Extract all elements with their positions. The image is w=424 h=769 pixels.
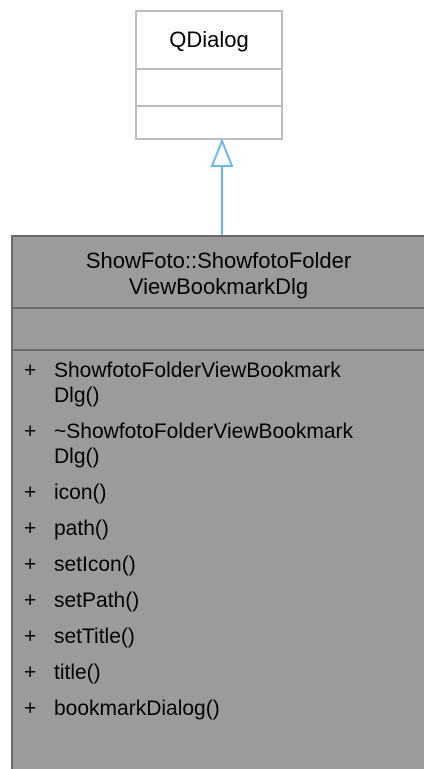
method-item[interactable]: + ShowfotoFolderViewBookmark Dlg() bbox=[13, 358, 424, 408]
class-box[interactable]: ShowFoto::ShowfotoFolder ViewBookmarkDlg… bbox=[11, 235, 424, 769]
class-name-line-2: ViewBookmarkDlg bbox=[128, 274, 309, 299]
method-visibility: + bbox=[24, 589, 37, 612]
method-name: setIcon() bbox=[54, 553, 136, 576]
method-visibility: + bbox=[24, 661, 37, 684]
inheritance-arrow bbox=[210, 138, 234, 236]
method-name: ~ShowfotoFolderViewBookmark Dlg() bbox=[54, 420, 354, 468]
method-visibility: + bbox=[24, 625, 37, 648]
method-name: path() bbox=[54, 517, 109, 540]
method-item[interactable]: + bookmarkDialog() bbox=[13, 696, 424, 721]
method-item[interactable]: + title() bbox=[13, 660, 424, 685]
method-item[interactable]: + setPath() bbox=[13, 588, 424, 613]
method-visibility: + bbox=[24, 359, 37, 382]
method-item[interactable]: + setTitle() bbox=[13, 624, 424, 649]
method-item[interactable]: + setIcon() bbox=[13, 552, 424, 577]
method-name: ShowfotoFolderViewBookmark Dlg() bbox=[54, 359, 341, 407]
class-methods-section: + ShowfotoFolderViewBookmark Dlg() + ~Sh… bbox=[13, 349, 424, 721]
method-visibility: + bbox=[24, 420, 37, 443]
method-name: icon() bbox=[54, 481, 107, 504]
class-name-line-1: ShowFoto::ShowfotoFolder bbox=[85, 248, 352, 273]
method-name: setPath() bbox=[54, 589, 140, 612]
method-visibility: + bbox=[24, 697, 37, 720]
method-visibility: + bbox=[24, 517, 37, 540]
method-name: title() bbox=[54, 661, 101, 684]
method-visibility: + bbox=[24, 553, 37, 576]
class-name: ShowFoto::ShowfotoFolder ViewBookmarkDlg bbox=[13, 237, 424, 307]
method-item[interactable]: + ~ShowfotoFolderViewBookmark Dlg() bbox=[13, 419, 424, 469]
method-item[interactable]: + path() bbox=[13, 516, 424, 541]
method-visibility: + bbox=[24, 481, 37, 504]
method-name: bookmarkDialog() bbox=[54, 697, 220, 720]
method-name: setTitle() bbox=[54, 625, 135, 648]
method-item[interactable]: + icon() bbox=[13, 480, 424, 505]
class-attributes-section bbox=[13, 307, 424, 349]
inheritance-arrowhead-icon bbox=[210, 138, 234, 167]
